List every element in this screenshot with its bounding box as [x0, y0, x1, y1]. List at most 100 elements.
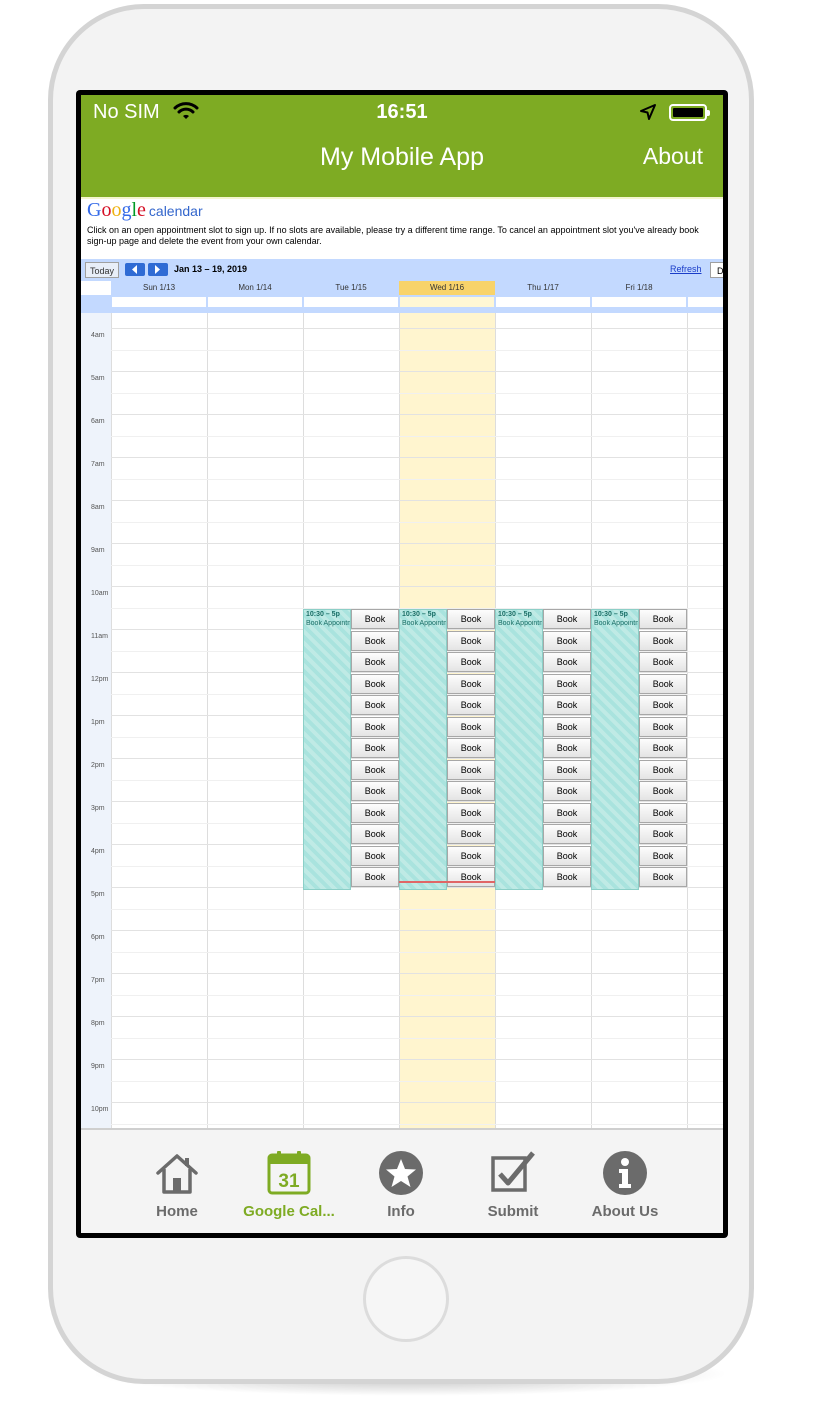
google-calendar-logo: Google calendar: [87, 199, 203, 222]
book-button[interactable]: Book: [351, 652, 399, 672]
time-label: 4pm: [91, 848, 105, 855]
book-button[interactable]: Book: [447, 867, 495, 887]
bottom-tab-bar: Home 31 Google Cal... Info Submit About …: [81, 1128, 723, 1233]
book-button[interactable]: Book: [639, 824, 687, 844]
book-button[interactable]: Book: [543, 759, 591, 780]
all-day-cell[interactable]: [688, 297, 723, 307]
all-day-cell[interactable]: [112, 297, 206, 307]
book-button[interactable]: Book: [543, 824, 591, 844]
tab-about-us[interactable]: About Us: [561, 1130, 689, 1233]
tab-info[interactable]: Info: [337, 1130, 465, 1233]
book-button[interactable]: Book: [351, 759, 399, 780]
book-button[interactable]: Book: [447, 759, 495, 780]
all-day-cell[interactable]: [304, 297, 398, 307]
book-button[interactable]: Book: [543, 781, 591, 801]
hour-gridline: [111, 930, 723, 931]
book-button[interactable]: Book: [447, 652, 495, 672]
half-hour-gridline: [111, 479, 723, 480]
book-button[interactable]: Book: [351, 824, 399, 844]
about-button[interactable]: About: [643, 143, 703, 170]
all-day-cell[interactable]: [496, 297, 590, 307]
status-time: 16:51: [376, 101, 428, 123]
book-button[interactable]: Book: [639, 738, 687, 758]
book-button[interactable]: Book: [351, 716, 399, 737]
book-button[interactable]: Book: [543, 630, 591, 651]
hour-gridline: [111, 1102, 723, 1103]
book-button[interactable]: Book: [447, 630, 495, 651]
tab-submit[interactable]: Submit: [449, 1130, 577, 1233]
google-calendar-embed: Google calendar Click on an open appointm…: [81, 199, 723, 1128]
book-button[interactable]: Book: [639, 845, 687, 866]
book-button[interactable]: Book: [351, 630, 399, 651]
book-button[interactable]: Book: [543, 695, 591, 715]
book-button[interactable]: Book: [351, 781, 399, 801]
book-button[interactable]: Book: [543, 802, 591, 823]
prev-week-button[interactable]: [125, 263, 145, 276]
book-button[interactable]: Book: [639, 716, 687, 737]
day-header: Wed 1/16: [399, 281, 495, 295]
book-button[interactable]: Book: [351, 673, 399, 694]
next-week-button[interactable]: [148, 263, 168, 276]
appointment-slot[interactable]: 10:30 – 5p Book Appointment: [399, 609, 447, 890]
time-label: 6pm: [91, 934, 105, 941]
book-button[interactable]: Book: [543, 673, 591, 694]
hour-gridline: [111, 500, 723, 501]
book-button[interactable]: Book: [543, 867, 591, 887]
book-button[interactable]: Book: [447, 845, 495, 866]
book-button[interactable]: Book: [447, 716, 495, 737]
slot-label: Book Appointment: [306, 620, 350, 627]
book-button[interactable]: Book: [639, 802, 687, 823]
calendar-toolbar: Today Jan 13 – 19, 2019 Refresh D: [81, 259, 723, 281]
book-button[interactable]: Book: [639, 695, 687, 715]
time-label: 12pm: [91, 676, 109, 683]
book-button[interactable]: Book: [447, 781, 495, 801]
book-button[interactable]: Book: [447, 802, 495, 823]
tab-home[interactable]: Home: [113, 1130, 241, 1233]
book-button[interactable]: Book: [447, 609, 495, 629]
book-button[interactable]: Book: [543, 738, 591, 758]
time-label: 10pm: [91, 1106, 109, 1113]
book-button[interactable]: Book: [639, 781, 687, 801]
half-hour-gridline: [111, 952, 723, 953]
app-header: No SIM 16:51 My Mobile App About: [81, 95, 723, 199]
book-button[interactable]: Book: [447, 673, 495, 694]
phone-home-button[interactable]: [363, 1256, 449, 1342]
book-button[interactable]: Book: [351, 867, 399, 887]
tab-google-calendar[interactable]: 31 Google Cal...: [225, 1130, 353, 1233]
time-label: 3pm: [91, 805, 105, 812]
book-button[interactable]: Book: [351, 609, 399, 629]
view-mode-button[interactable]: D: [710, 262, 723, 278]
all-day-cell[interactable]: [208, 297, 302, 307]
book-button[interactable]: Book: [351, 738, 399, 758]
time-label: 6am: [91, 418, 105, 425]
book-button[interactable]: Book: [639, 759, 687, 780]
all-day-cell[interactable]: [400, 297, 494, 307]
checkbox-icon: [491, 1151, 535, 1192]
half-hour-gridline: [111, 1038, 723, 1039]
book-button[interactable]: Book: [351, 802, 399, 823]
appointment-slot[interactable]: 10:30 – 5p Book Appointment: [303, 609, 351, 890]
book-button[interactable]: Book: [447, 695, 495, 715]
book-button[interactable]: Book: [639, 867, 687, 887]
appointment-slot[interactable]: 10:30 – 5p Book Appointment: [591, 609, 639, 890]
hour-gridline: [111, 586, 723, 587]
book-button[interactable]: Book: [639, 652, 687, 672]
appointment-slot[interactable]: 10:30 – 5p Book Appointment: [495, 609, 543, 890]
all-day-cell[interactable]: [592, 297, 686, 307]
book-button[interactable]: Book: [639, 609, 687, 629]
book-button[interactable]: Book: [543, 609, 591, 629]
refresh-link[interactable]: Refresh: [670, 264, 702, 274]
book-button[interactable]: Book: [543, 652, 591, 672]
today-button[interactable]: Today: [85, 262, 119, 278]
book-button[interactable]: Book: [543, 845, 591, 866]
book-button[interactable]: Book: [351, 695, 399, 715]
slot-label: Book Appointment: [402, 620, 446, 627]
book-button[interactable]: Book: [543, 716, 591, 737]
book-button[interactable]: Book: [351, 845, 399, 866]
book-button[interactable]: Book: [447, 824, 495, 844]
book-button[interactable]: Book: [639, 630, 687, 651]
day-header: Fri 1/18: [591, 281, 687, 295]
book-button[interactable]: Book: [639, 673, 687, 694]
hour-gridline: [111, 543, 723, 544]
book-button[interactable]: Book: [447, 738, 495, 758]
